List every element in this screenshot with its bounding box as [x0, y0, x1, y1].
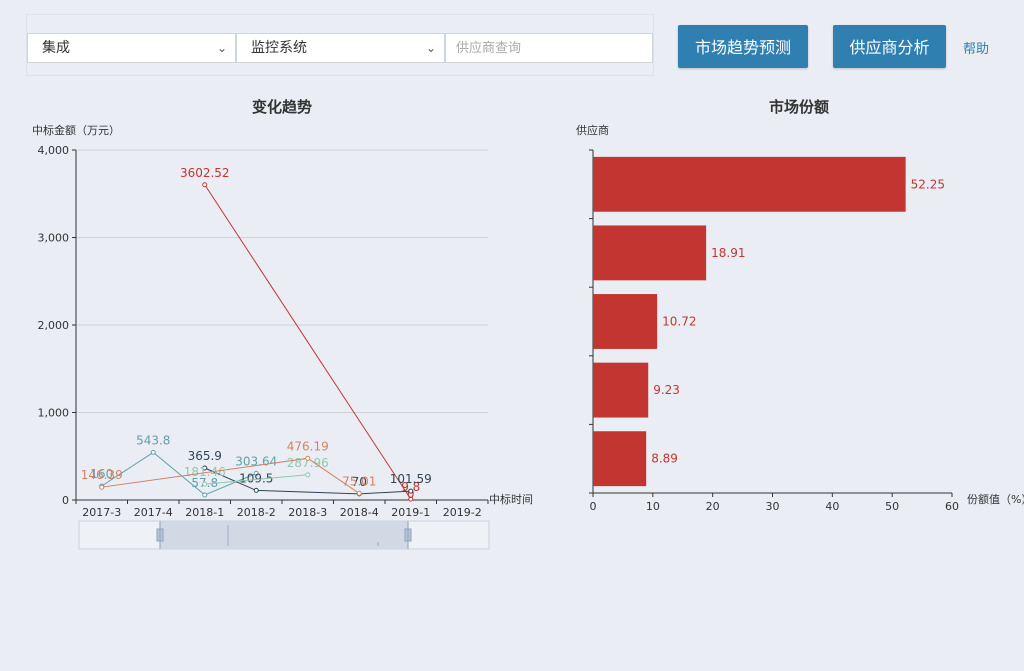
line-chart-ytick-label: 0 [62, 494, 69, 507]
bar-chart-yticks [589, 149, 593, 494]
bar-chart-xtick-label: 0 [590, 500, 597, 513]
line-data-label: 3602.52 [180, 166, 230, 180]
bar-4 [593, 362, 649, 418]
bar-chart-bars: 52.25 18.91 10.72 9.23 8.89 [593, 156, 945, 487]
line-chart-series: 3602.529.80160543.857.8303.64365.9109.57… [81, 166, 432, 502]
line-chart-xtick-label: 2017-4 [134, 506, 173, 519]
line-chart-xtick-label: 2019-1 [391, 506, 430, 519]
line-chart-grid [76, 149, 488, 413]
bar-chart-title: 市场份额 [769, 98, 829, 116]
line-chart-ytick-label: 1,000 [38, 407, 70, 420]
line-point [305, 455, 311, 461]
line-chart-ylabel: 中标金额（万元） [32, 123, 120, 137]
line-chart-title: 变化趋势 [252, 98, 312, 116]
line-chart-yticks: 0 1,000 2,000 3,000 4,000 [38, 144, 76, 507]
line-chart-ytick-label: 2,000 [38, 319, 70, 332]
bar-chart-xtick-label: 10 [646, 500, 660, 513]
line-chart-xtick-label: 2018-1 [185, 506, 224, 519]
bar-data-label: 8.89 [651, 452, 678, 466]
line-point [408, 488, 414, 494]
bar-chart-xtick-label: 40 [825, 500, 839, 513]
bar-chart-xtick-label: 60 [945, 500, 959, 513]
line-chart-xtick-label: 2017-3 [82, 506, 121, 519]
line-point [305, 472, 311, 478]
bar-5 [593, 431, 647, 487]
bar-chart-xticks: 0 10 20 30 40 50 60 [590, 493, 959, 513]
bar-chart-xlabel: 份额值（%） [967, 493, 1024, 506]
charts-canvas: 变化趋势 中标金额（万元） 中标时间 0 1,000 2,000 3,000 4,000… [32, 98, 1024, 550]
line-data-label: 75.01 [342, 474, 376, 488]
line-chart-xtick-label: 2018-2 [237, 506, 276, 519]
line-point [356, 490, 362, 496]
line-data-label: 543.8 [136, 433, 170, 447]
line-chart-xtick-label: 2018-4 [340, 506, 379, 519]
line-data-label: 303.64 [235, 454, 277, 468]
line-point [202, 182, 208, 188]
bar-chart-ylabel: 供应商 [576, 123, 609, 137]
bar-data-label: 52.25 [911, 177, 945, 191]
line-chart-ytick-label: 4,000 [38, 144, 70, 157]
line-data-label: 181.46 [184, 465, 226, 479]
bar-1 [593, 156, 906, 212]
bar-data-label: 10.72 [662, 315, 696, 329]
line-point [202, 492, 208, 498]
line-chart-xtick-label: 2019-2 [443, 506, 482, 519]
line-data-label: 365.9 [188, 449, 222, 463]
line-point [150, 449, 156, 455]
line-data-label: 476.19 [287, 439, 329, 453]
bar-chart-xtick-label: 50 [885, 500, 899, 513]
data-zoom-slider[interactable] [78, 520, 490, 550]
bar-chart-xtick-label: 30 [766, 500, 780, 513]
bar-2 [593, 225, 707, 281]
bar-chart-xtick-label: 20 [706, 500, 720, 513]
line-point [253, 487, 259, 493]
line-series-2 [101, 451, 257, 496]
bar-data-label: 18.91 [711, 246, 745, 260]
line-chart-xticks: 2017-3 2017-4 2018-1 2018-2 2018-3 2018-4 2019… [75, 500, 489, 519]
line-chart-xtick-label: 2018-3 [288, 506, 327, 519]
line-point [202, 481, 208, 487]
line-chart-xlabel: 中标时间 [489, 492, 533, 506]
bar-data-label: 9.23 [653, 383, 680, 397]
line-point [99, 484, 105, 490]
line-data-label: 101.59 [390, 472, 432, 486]
line-chart-ytick-label: 3,000 [38, 232, 70, 245]
line-data-label: 146.39 [81, 468, 123, 482]
bar-3 [593, 294, 658, 349]
